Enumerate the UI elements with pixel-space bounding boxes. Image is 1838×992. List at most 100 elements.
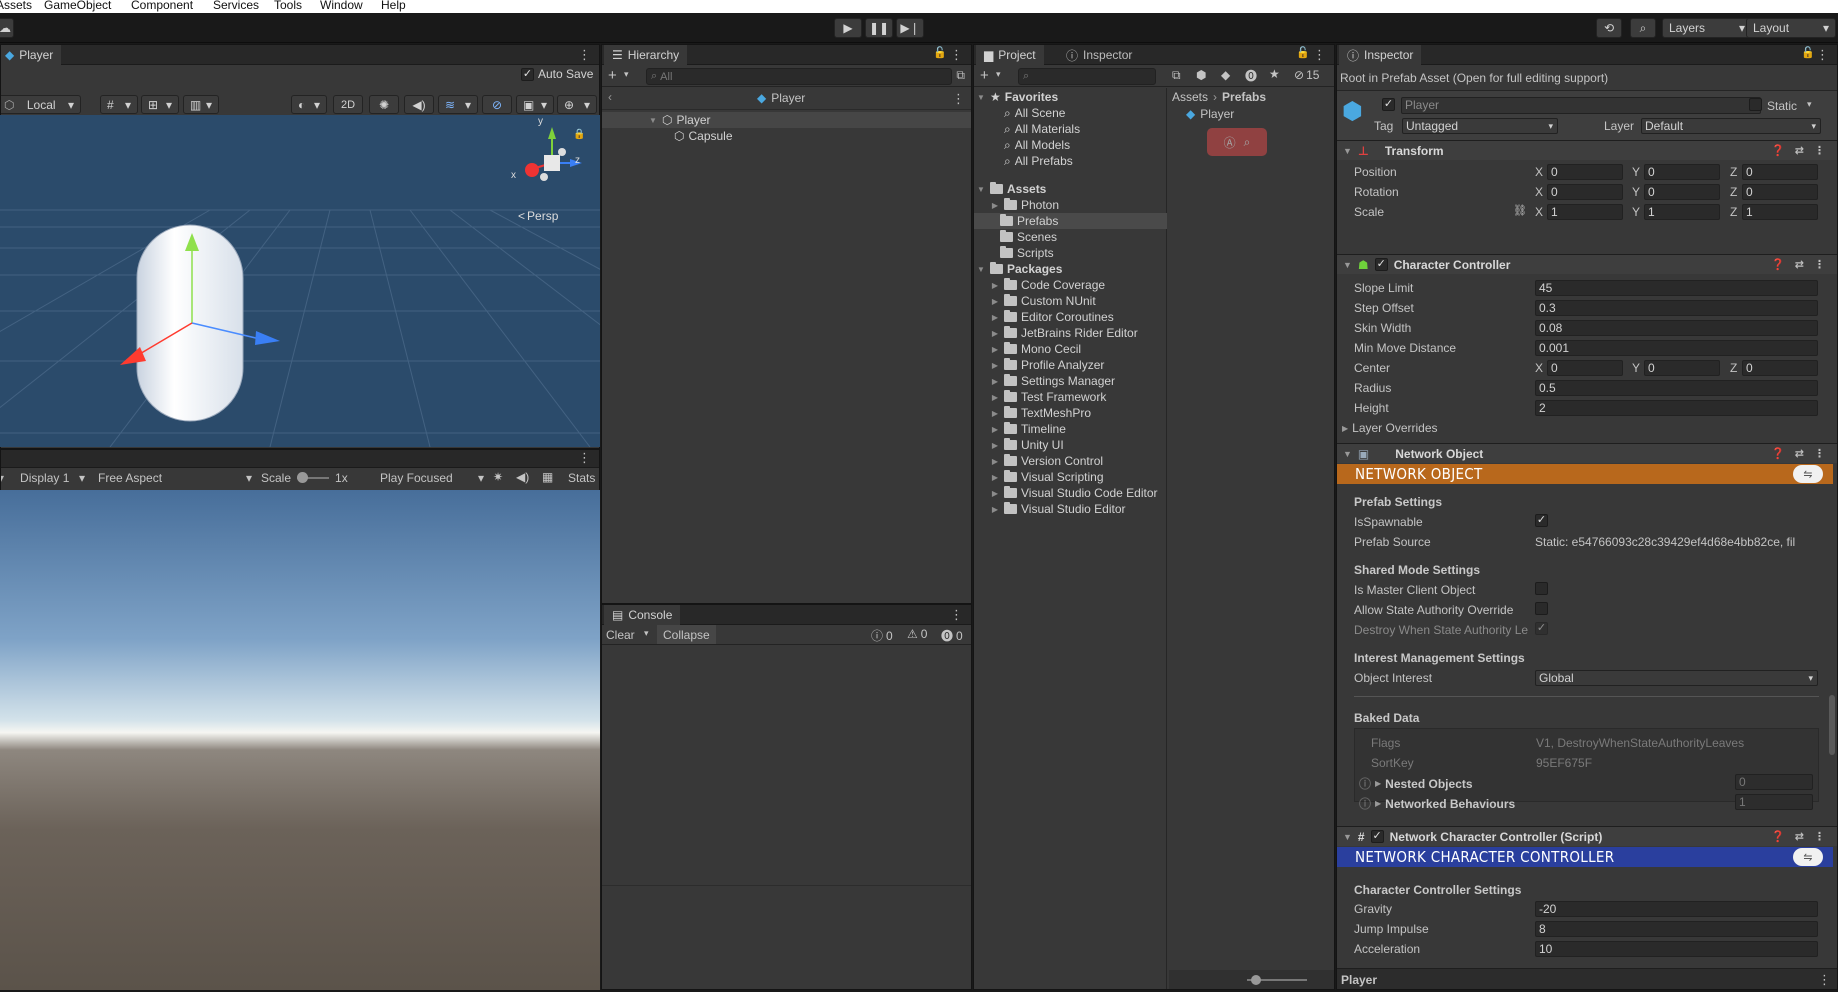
assets-header[interactable]: ▼ Assets — [976, 181, 1046, 197]
2d-toggle-button[interactable]: 2D — [333, 95, 363, 114]
lock-icon[interactable]: 🔓 — [1801, 46, 1815, 59]
expand-arrow-icon[interactable]: ▶ — [990, 361, 1000, 370]
aspect-dropdown[interactable]: Free Aspect ▾ — [98, 471, 252, 485]
tab-inspector[interactable]: ⓘ Inspector — [1339, 45, 1422, 65]
package-folder-item[interactable]: ▶ Code Coverage — [990, 277, 1105, 293]
expand-arrow-icon[interactable]: ▶ — [990, 329, 1000, 338]
search-scene-icon[interactable]: ⧉ — [1172, 68, 1181, 83]
expand-arrow-icon[interactable]: ▶ — [1375, 799, 1381, 808]
log-filter[interactable]: ⓘ 0 — [871, 627, 893, 644]
add-icon[interactable]: + — [980, 67, 989, 84]
game-viewport[interactable] — [0, 490, 600, 990]
scene-viewport[interactable]: y x z 🔒 < Persp — [0, 115, 600, 447]
favorite-item[interactable]: ⌕ All Prefabs — [1004, 153, 1073, 169]
expand-arrow-icon[interactable]: ▼ — [1343, 449, 1352, 459]
packages-header[interactable]: ▼ Packages — [976, 261, 1062, 277]
menu-window[interactable]: Window — [320, 0, 363, 12]
scale-handle[interactable] — [297, 472, 309, 483]
expand-arrow-icon[interactable]: ▶ — [990, 313, 1000, 322]
pivot-dropdown[interactable]: ⬡ Local ▾ — [1, 95, 81, 114]
expand-arrow-icon[interactable]: ▶ — [1342, 424, 1348, 433]
gizmo-toggle-icon[interactable]: ▦ — [542, 470, 553, 484]
package-folder-item[interactable]: ▶ Test Framework — [990, 389, 1106, 405]
preset-icon[interactable]: ⇄ — [1795, 144, 1804, 157]
project-search[interactable]: ⌕ — [1018, 68, 1156, 85]
preset-icon[interactable]: ⇄ — [1795, 258, 1804, 271]
is-spawnable-checkbox[interactable]: ✓ — [1535, 514, 1548, 527]
breadcrumb-prefabs[interactable]: Prefabs — [1222, 90, 1266, 104]
expand-arrow-icon[interactable]: ▼ — [976, 93, 986, 102]
menu-component[interactable]: Component — [131, 0, 193, 12]
clear-button[interactable]: Clear — [606, 628, 635, 642]
kebab-menu-icon[interactable]: ⋮ — [1814, 830, 1825, 843]
expand-arrow-icon[interactable]: ▼ — [1343, 146, 1352, 156]
component-enabled-checkbox[interactable]: ✓ — [1374, 258, 1388, 271]
hierarchy-item-player[interactable]: ▼ ⬡ Player — [602, 112, 971, 128]
is-master-client-checkbox[interactable] — [1535, 582, 1548, 595]
package-folder-item[interactable]: ▶ Visual Studio Code Editor — [990, 485, 1158, 501]
folder-item-selected[interactable]: Prefabs — [974, 213, 1167, 229]
position-z-field[interactable]: 0 — [1742, 164, 1818, 180]
tab-hierarchy[interactable]: ☰ Hierarchy — [604, 45, 688, 65]
auto-save-checkbox[interactable]: ✓ — [521, 67, 534, 81]
shading-dropdown[interactable]: ◐ ▾ — [291, 95, 327, 114]
pause-button[interactable]: ❚❚ — [865, 18, 893, 38]
layers-dropdown[interactable]: Layers ▾ — [1662, 18, 1752, 38]
package-folder-item[interactable]: ▶ Version Control — [990, 453, 1103, 469]
expand-arrow-icon[interactable]: ▼ — [1343, 832, 1352, 842]
kebab-menu-icon[interactable]: ⋮ — [1814, 144, 1825, 157]
network-object-header[interactable]: ▼ ▣ Network Object ❓ ⇄ ⋮ — [1337, 443, 1837, 463]
tab-project[interactable]: ▆ Project — [976, 45, 1044, 65]
layer-overrides-foldout[interactable]: ▶ Layer Overrides — [1342, 421, 1438, 435]
scale-x-field[interactable]: 1 — [1547, 204, 1623, 220]
rotation-x-field[interactable]: 0 — [1547, 184, 1623, 200]
jump-impulse-field[interactable]: 8 — [1535, 921, 1818, 937]
help-icon[interactable]: ❓ — [1771, 830, 1785, 843]
folder-item[interactable]: Scripts — [1000, 245, 1054, 261]
search-icon[interactable]: ⌕ — [1630, 18, 1656, 38]
slope-limit-field[interactable]: 45 — [1535, 280, 1818, 296]
gravity-field[interactable]: -20 — [1535, 901, 1818, 917]
character-controller-header[interactable]: ▼ ☗ ✓ Character Controller ❓ ⇄ ⋮ — [1337, 254, 1837, 274]
rotation-y-field[interactable]: 0 — [1644, 184, 1720, 200]
effects-dropdown[interactable]: ≋ ▾ — [438, 95, 478, 114]
expand-arrow-icon[interactable]: ▶ — [1375, 779, 1381, 788]
folder-item[interactable]: Scenes — [1000, 229, 1057, 245]
hierarchy-search[interactable]: ⌕ All — [646, 68, 952, 85]
object-interest-dropdown[interactable]: Global ▾ — [1535, 670, 1818, 686]
layer-dropdown[interactable]: Default ▾ — [1641, 118, 1821, 134]
center-x-field[interactable]: 0 — [1547, 360, 1623, 376]
step-offset-field[interactable]: 0.3 — [1535, 300, 1818, 316]
expand-arrow-icon[interactable]: ▶ — [990, 457, 1000, 466]
scale-track[interactable] — [297, 472, 330, 483]
kebab-menu-icon[interactable]: ⋮ — [1814, 258, 1825, 271]
mute-icon[interactable]: ◀) — [516, 470, 529, 484]
kebab-menu-icon[interactable]: ⋮ — [1814, 447, 1825, 460]
kebab-menu-icon[interactable]: ⋮ — [950, 607, 963, 623]
expand-arrow-icon[interactable]: ▶ — [990, 345, 1000, 354]
package-folder-item[interactable]: ▶ Timeline — [990, 421, 1066, 437]
acceleration-field[interactable]: 10 — [1535, 941, 1818, 957]
folder-item[interactable]: ▶ Photon — [990, 197, 1059, 213]
history-icon[interactable]: ⟲ — [1596, 18, 1622, 38]
static-checkbox[interactable] — [1749, 98, 1762, 111]
expand-arrow-icon[interactable]: ▶ — [990, 393, 1000, 402]
ai-assist-icon[interactable]: Ⓐ ⌕ — [1207, 128, 1267, 156]
menu-assets[interactable]: Assets — [0, 0, 32, 12]
inspector-scrollbar[interactable] — [1829, 695, 1835, 755]
scale-z-field[interactable]: 1 — [1742, 204, 1818, 220]
asset-item-player[interactable]: ◆ Player — [1186, 107, 1234, 121]
kebab-menu-icon[interactable]: ⋮ — [952, 91, 965, 107]
kebab-menu-icon[interactable]: ⋮ — [1313, 47, 1326, 63]
chevron-down-icon[interactable]: ▾ — [1807, 99, 1812, 110]
increment-snap-dropdown[interactable]: ⊞ ▾ — [141, 95, 179, 114]
layout-dropdown[interactable]: Layout ▾ — [1746, 18, 1836, 38]
rotation-z-field[interactable]: 0 — [1742, 184, 1818, 200]
auto-save-toggle[interactable]: ✓ Auto Save — [521, 67, 593, 81]
expand-arrow-icon[interactable]: ▶ — [990, 409, 1000, 418]
position-x-field[interactable]: 0 — [1547, 164, 1623, 180]
kebab-menu-icon[interactable]: ⋮ — [578, 47, 591, 63]
error-filter[interactable]: ⓿0 — [941, 627, 963, 644]
package-folder-item[interactable]: ▶ JetBrains Rider Editor — [990, 325, 1138, 341]
help-icon[interactable]: ❓ — [1771, 144, 1785, 157]
